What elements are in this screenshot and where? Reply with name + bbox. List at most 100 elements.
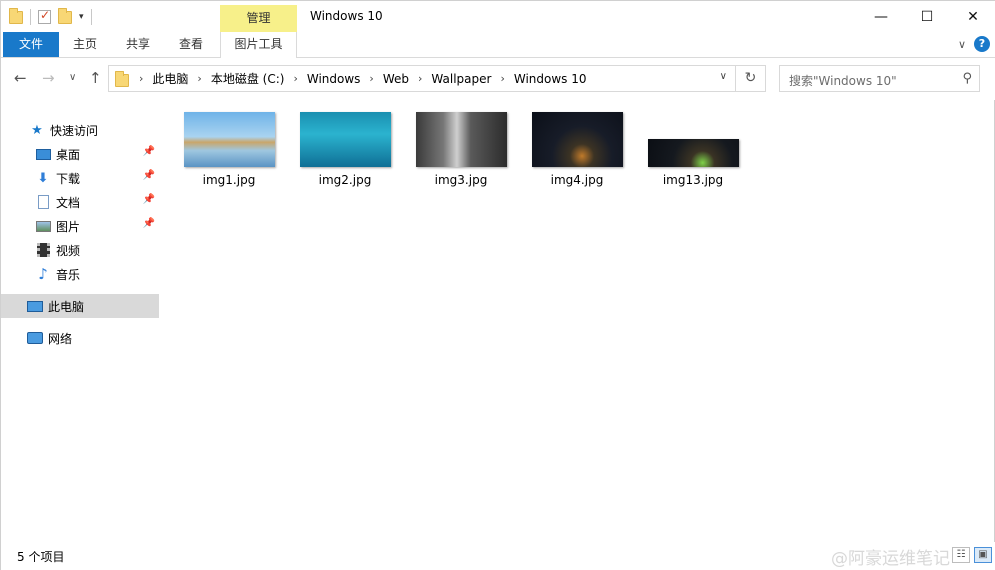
tab-share[interactable]: 共享	[116, 32, 160, 57]
thumbnail-milky-way	[531, 112, 623, 167]
watermark: @阿豪运维笔记	[831, 549, 950, 569]
file-list: img1.jpg img2.jpg img3.jpg img4.jpg img1…	[161, 100, 994, 542]
breadcrumb-windows[interactable]: Windows	[307, 72, 361, 86]
chevron-right-icon[interactable]: ›	[500, 72, 504, 85]
star-icon: ★	[31, 122, 43, 138]
status-bar: 5 个项目 @阿豪运维笔记 ☷ ▣	[1, 542, 995, 570]
large-icons-view-icon[interactable]: ▣	[974, 547, 992, 563]
nav-quick-access[interactable]: ★ 快速访问	[1, 118, 159, 142]
thumbnail-beach-rocks	[183, 112, 275, 167]
network-icon	[27, 330, 43, 346]
divider	[90, 9, 92, 25]
title-bar: ▾ 管理 Windows 10 — ☐ ✕	[1, 1, 995, 32]
breadcrumb-web[interactable]: Web	[383, 72, 409, 86]
minimize-button[interactable]: —	[858, 1, 904, 32]
documents-icon	[35, 194, 51, 210]
maximize-button[interactable]: ☐	[904, 1, 950, 32]
ribbon-controls: ∨ ?	[958, 36, 990, 52]
file-name: img1.jpg	[202, 173, 256, 187]
new-folder-icon[interactable]	[58, 7, 72, 24]
file-explorer-window: ▾ 管理 Windows 10 — ☐ ✕ 文件 主页 共享 查看 图片工具 ∨…	[0, 0, 995, 570]
forward-arrow-icon[interactable]: →	[42, 69, 55, 87]
search-input[interactable]: 搜索"Windows 10" ⚲	[779, 65, 980, 92]
address-bar[interactable]: › 此电脑 › 本地磁盘 (C:) › Windows › Web › Wall…	[108, 65, 736, 92]
chevron-right-icon[interactable]: ›	[418, 72, 422, 85]
expand-ribbon-icon[interactable]: ∨	[958, 38, 966, 51]
up-arrow-icon[interactable]: ↑	[89, 69, 102, 87]
nav-item-pictures[interactable]: 图片 📌	[1, 214, 159, 238]
divider	[30, 9, 31, 25]
tab-view[interactable]: 查看	[169, 32, 213, 57]
file-name: img4.jpg	[550, 173, 604, 187]
manage-tab[interactable]: 管理	[220, 5, 297, 32]
file-item[interactable]: img2.jpg	[295, 112, 395, 187]
search-icon[interactable]: ⚲	[962, 71, 972, 86]
nav-label: 视频	[56, 243, 81, 258]
window-title: Windows 10	[310, 9, 383, 23]
file-name: img13.jpg	[662, 173, 724, 187]
nav-item-videos[interactable]: 视频	[1, 238, 159, 262]
view-switcher: ☷ ▣	[952, 547, 992, 563]
nav-label: 网络	[48, 331, 73, 346]
details-view-icon[interactable]: ☷	[952, 547, 970, 563]
chevron-right-icon[interactable]: ›	[369, 72, 373, 85]
nav-item-music[interactable]: ♪ 音乐	[1, 262, 159, 286]
file-item[interactable]: img4.jpg	[527, 112, 627, 187]
folder-icon	[115, 70, 129, 87]
file-name: img2.jpg	[318, 173, 372, 187]
nav-label: 下载	[56, 171, 81, 186]
file-item[interactable]: img13.jpg	[643, 112, 743, 187]
quick-access-toolbar: ▾	[9, 7, 92, 27]
desktop-icon	[35, 146, 51, 162]
close-button[interactable]: ✕	[950, 1, 995, 32]
nav-item-desktop[interactable]: 桌面 📌	[1, 142, 159, 166]
breadcrumb-this-pc[interactable]: 此电脑	[152, 70, 188, 87]
nav-label: 快速访问	[50, 123, 99, 138]
help-icon[interactable]: ?	[974, 36, 990, 52]
nav-label: 此电脑	[48, 299, 85, 314]
tab-home[interactable]: 主页	[63, 32, 107, 57]
recent-locations-icon[interactable]: ∨	[69, 72, 76, 83]
nav-label: 桌面	[56, 147, 81, 162]
nav-item-documents[interactable]: 文档 📌	[1, 190, 159, 214]
caption-buttons: — ☐ ✕	[858, 1, 995, 32]
folder-icon[interactable]	[9, 7, 23, 24]
breadcrumb-local-disk[interactable]: 本地磁盘 (C:)	[211, 70, 285, 87]
file-item[interactable]: img1.jpg	[179, 112, 279, 187]
breadcrumb-windows-10[interactable]: Windows 10	[514, 72, 587, 86]
address-row: ← → ∨ ↑ › 此电脑 › 本地磁盘 (C:) › Windows › We…	[1, 58, 995, 100]
chevron-down-icon[interactable]: ∨	[720, 71, 727, 82]
videos-icon	[35, 242, 51, 258]
nav-label: 图片	[56, 219, 81, 234]
nav-item-downloads[interactable]: ⬇ 下载 📌	[1, 166, 159, 190]
pictures-icon	[35, 218, 51, 234]
search-placeholder: 搜索"Windows 10"	[789, 74, 897, 88]
download-icon: ⬇	[37, 170, 49, 186]
item-count: 5 个项目	[17, 550, 65, 564]
nav-network[interactable]: 网络	[1, 326, 159, 350]
file-item[interactable]: img3.jpg	[411, 112, 511, 187]
pin-icon[interactable]: 📌	[143, 170, 155, 181]
pin-icon[interactable]: 📌	[143, 218, 155, 229]
customize-toolbar-icon[interactable]: ▾	[79, 12, 84, 22]
properties-icon[interactable]	[38, 8, 51, 24]
tab-picture-tools[interactable]: 图片工具	[220, 32, 297, 58]
pin-icon[interactable]: 📌	[143, 194, 155, 205]
ribbon-tabs: 文件 主页 共享 查看 图片工具 ∨ ?	[1, 32, 995, 58]
chevron-right-icon[interactable]: ›	[139, 72, 143, 85]
thumbnail-milky-way-wide	[647, 139, 739, 167]
chevron-right-icon[interactable]: ›	[293, 72, 297, 85]
tab-file[interactable]: 文件	[3, 32, 59, 57]
back-arrow-icon[interactable]: ←	[14, 69, 27, 87]
thumbnail-waterfall	[415, 112, 507, 167]
pin-icon[interactable]: 📌	[143, 146, 155, 157]
navigation-pane: ★ 快速访问 桌面 📌 ⬇ 下载 📌 文档 📌 图片 📌 视频 ♪ 音乐 此电脑…	[1, 112, 161, 542]
thumbnail-underwater	[299, 112, 391, 167]
computer-icon	[27, 298, 43, 314]
chevron-right-icon[interactable]: ›	[197, 72, 201, 85]
nav-this-pc[interactable]: 此电脑	[1, 294, 159, 318]
breadcrumb-wallpaper[interactable]: Wallpaper	[431, 72, 491, 86]
nav-label: 音乐	[56, 267, 81, 282]
nav-label: 文档	[56, 195, 81, 210]
refresh-button[interactable]: ↻	[736, 65, 766, 92]
